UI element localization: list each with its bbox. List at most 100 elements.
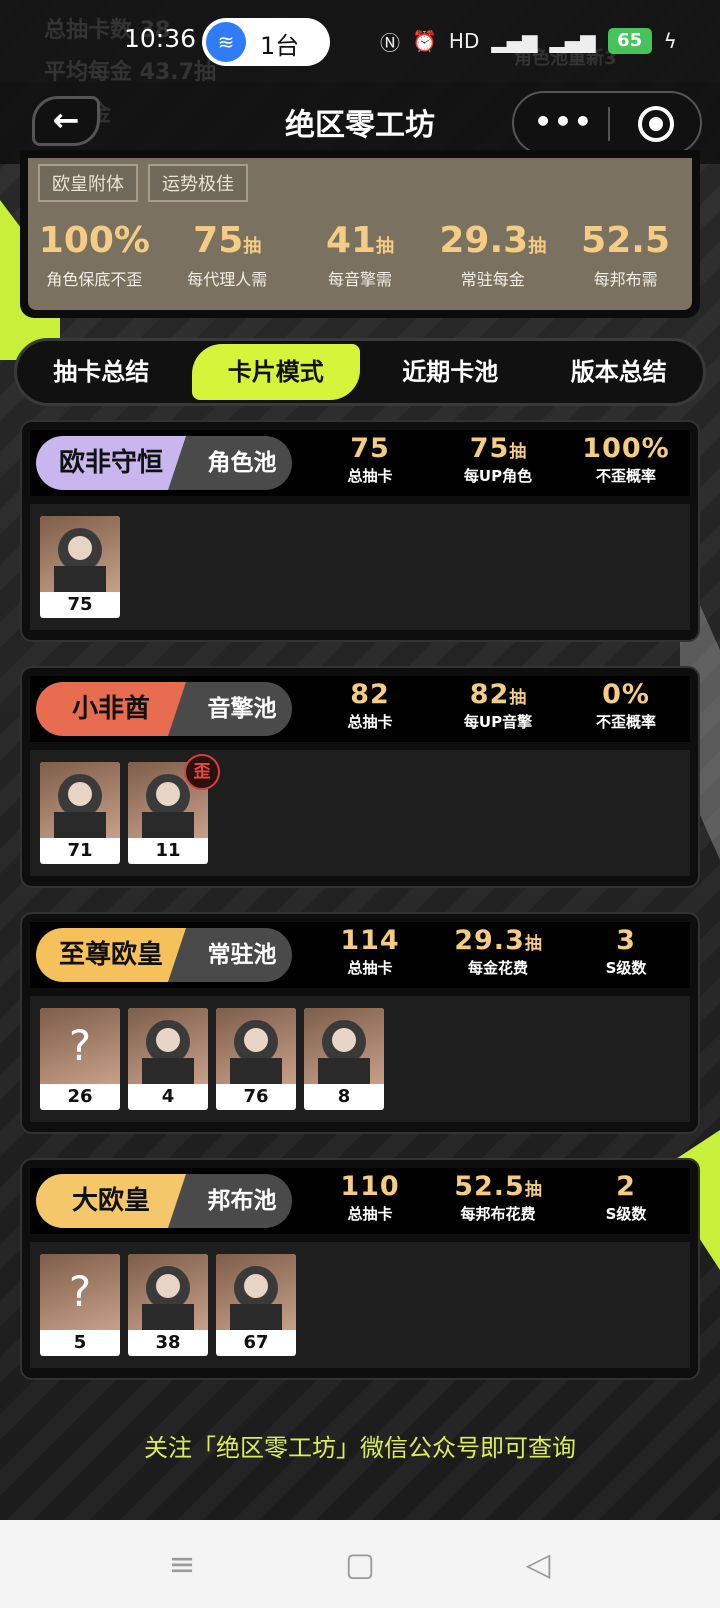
stat-unit: 抽 bbox=[524, 1180, 542, 1200]
pool-card-header: 至尊欧皇 常驻池 114 总抽卡 29.3抽 每金花费 3 S级数 bbox=[30, 922, 690, 988]
pull-item[interactable]: 67 bbox=[216, 1254, 296, 1356]
close-target-icon[interactable] bbox=[638, 106, 674, 142]
footer-note: 关注「绝区零工坊」微信公众号即可查询 bbox=[144, 1434, 576, 1462]
unknown-icon: ? bbox=[40, 1008, 120, 1084]
pool-stats: 75 总抽卡 75抽 每UP角色 100% 不歪概率 bbox=[306, 434, 690, 486]
pool-card: 小非酋 音擎池 82 总抽卡 82抽 每UP音擎 0% 不歪概率 71 11 歪 bbox=[20, 666, 700, 888]
stat-value: 114 bbox=[340, 925, 400, 956]
stat-unit: 抽 bbox=[528, 236, 547, 257]
stat-unit: 抽 bbox=[524, 934, 542, 954]
tab-version-summary[interactable]: 版本总结 bbox=[535, 341, 704, 403]
stat-value: 82 bbox=[469, 679, 510, 710]
pull-item[interactable]: 8 bbox=[304, 1008, 384, 1110]
stat-label: 每UP音擎 bbox=[463, 713, 533, 731]
summary-card: 欧皇附体 运势极佳 100% 角色保底不歪 75抽 每代理人需 41抽 每音擎需… bbox=[20, 150, 700, 318]
stat-value: 52.5 bbox=[454, 1171, 525, 1202]
pull-item[interactable]: ? 26 bbox=[40, 1008, 120, 1110]
stat-value: 100% bbox=[38, 220, 150, 261]
tag: 运势极佳 bbox=[148, 164, 248, 202]
stat-unit: 抽 bbox=[509, 442, 527, 462]
stat-label: 每邦布花费 bbox=[460, 1205, 536, 1223]
character-portrait-icon bbox=[40, 516, 120, 592]
stat-label: 角色保底不歪 bbox=[46, 270, 143, 289]
stat-label: 每UP角色 bbox=[463, 467, 533, 485]
tab-recent-pools[interactable]: 近期卡池 bbox=[366, 341, 535, 403]
pool-stat: 110 总抽卡 bbox=[306, 1172, 434, 1224]
pool-items: 75 bbox=[30, 504, 690, 630]
stat-unit: 抽 bbox=[509, 688, 527, 708]
pool-rating: 大欧皇 bbox=[36, 1174, 186, 1228]
back-icon[interactable]: ◁ bbox=[518, 1544, 558, 1584]
hotspot-icon: ≋ bbox=[206, 22, 246, 62]
stat-label: 每代理人需 bbox=[187, 270, 268, 289]
stat-value: 29.3 bbox=[454, 925, 525, 956]
pull-count: 5 bbox=[73, 1332, 87, 1353]
bangboo-shark-icon bbox=[128, 1254, 208, 1330]
signal-icon: ▂▄▆ bbox=[491, 29, 538, 53]
hd-icon: HD bbox=[448, 29, 480, 53]
system-nav-bar: ≡ ▢ ◁ bbox=[0, 1520, 720, 1608]
pool-type: 角色池 bbox=[207, 450, 277, 476]
stat-value: 41 bbox=[325, 220, 377, 261]
pool-stat: 82抽每UP音擎 bbox=[434, 680, 562, 732]
stat-value: 82 bbox=[350, 679, 390, 710]
pool-card-header: 大欧皇 邦布池 110 总抽卡 52.5抽每邦布花费 2 S级数 bbox=[30, 1168, 690, 1234]
pull-item[interactable]: 71 bbox=[40, 762, 120, 864]
mini-program-capsule: ••• bbox=[512, 91, 702, 155]
pool-stats: 82 总抽卡 82抽 每UP音擎 0% 不歪概率 bbox=[306, 680, 690, 732]
character-portrait-icon bbox=[128, 1008, 208, 1084]
stat-label: 每音擎需 bbox=[327, 270, 392, 289]
stat-label: 不歪概率 bbox=[595, 467, 656, 485]
pull-count: 11 bbox=[155, 840, 181, 861]
stat-label: 常驻每金 bbox=[460, 270, 525, 289]
stat-value: 2 bbox=[616, 1171, 636, 1202]
pool-badge: 小非酋 音擎池 bbox=[36, 682, 292, 736]
pool-card: 至尊欧皇 常驻池 114 总抽卡 29.3抽 每金花费 3 S级数? 26 4 76 8 bbox=[20, 912, 700, 1134]
more-button[interactable]: ••• bbox=[534, 105, 594, 138]
status-bar: 总抽卡数 38 平均每金 43.7抽 角色池重新3 10:36 ≋ 1台 Ⓝ ⏰… bbox=[0, 0, 720, 85]
stat-value: 3 bbox=[616, 925, 636, 956]
pool-type: 常驻池 bbox=[207, 942, 277, 968]
summary-stat: 100% 角色保底不歪 bbox=[28, 222, 161, 290]
w-engine-house-icon bbox=[40, 762, 120, 838]
stat-value: 0% bbox=[602, 679, 650, 710]
pull-item[interactable]: 4 bbox=[128, 1008, 208, 1110]
stat-label: 总抽卡 bbox=[347, 467, 393, 485]
tab-pull-summary[interactable]: 抽卡总结 bbox=[17, 341, 186, 403]
pool-rating: 欧非守恒 bbox=[36, 436, 186, 490]
pull-item[interactable]: 75 bbox=[40, 516, 120, 618]
hotspot-pill[interactable]: ≋ 1台 bbox=[202, 18, 330, 66]
pull-item[interactable]: 11 歪 bbox=[128, 754, 220, 864]
pool-stat: 2 S级数 bbox=[562, 1172, 690, 1224]
stat-value: 75 bbox=[469, 433, 510, 464]
stat-value: 75 bbox=[350, 433, 390, 464]
w-engine-sphere-icon bbox=[216, 1008, 296, 1084]
unknown-icon: ? bbox=[40, 1254, 120, 1330]
bangboo-rabbit-icon bbox=[216, 1254, 296, 1330]
pull-count: 71 bbox=[67, 840, 93, 861]
tab-bar: 抽卡总结 卡片模式 近期卡池 版本总结 bbox=[14, 338, 706, 406]
menu-icon[interactable]: ≡ bbox=[162, 1544, 202, 1584]
pool-badge: 至尊欧皇 常驻池 bbox=[36, 928, 292, 982]
stat-unit: 抽 bbox=[243, 236, 262, 257]
pull-item[interactable]: 76 bbox=[216, 1008, 296, 1110]
pool-stat: 100% 不歪概率 bbox=[562, 434, 690, 486]
charging-icon: ϟ bbox=[663, 29, 677, 53]
summary-stat: 29.3抽 常驻每金 bbox=[426, 222, 559, 290]
pool-items: ? 5 38 67 bbox=[30, 1242, 690, 1368]
stat-value: 52.5 bbox=[581, 220, 670, 261]
tab-card-mode[interactable]: 卡片模式 bbox=[191, 344, 360, 400]
stat-value: 100% bbox=[582, 433, 670, 464]
pool-type: 邦布池 bbox=[207, 1188, 277, 1214]
stat-label: S级数 bbox=[605, 1205, 647, 1223]
pool-stat: 0% 不歪概率 bbox=[562, 680, 690, 732]
summary-stat: 52.5 每邦布需 bbox=[559, 222, 692, 290]
status-time: 10:36 bbox=[124, 24, 197, 53]
pool-items: ? 26 4 76 8 bbox=[30, 996, 690, 1122]
pool-stat: 114 总抽卡 bbox=[306, 926, 434, 978]
pull-item[interactable]: 38 bbox=[128, 1254, 208, 1356]
pull-item[interactable]: ? 5 bbox=[40, 1254, 120, 1356]
pool-stat: 3 S级数 bbox=[562, 926, 690, 978]
pool-stat: 82 总抽卡 bbox=[306, 680, 434, 732]
home-icon[interactable]: ▢ bbox=[340, 1544, 380, 1584]
